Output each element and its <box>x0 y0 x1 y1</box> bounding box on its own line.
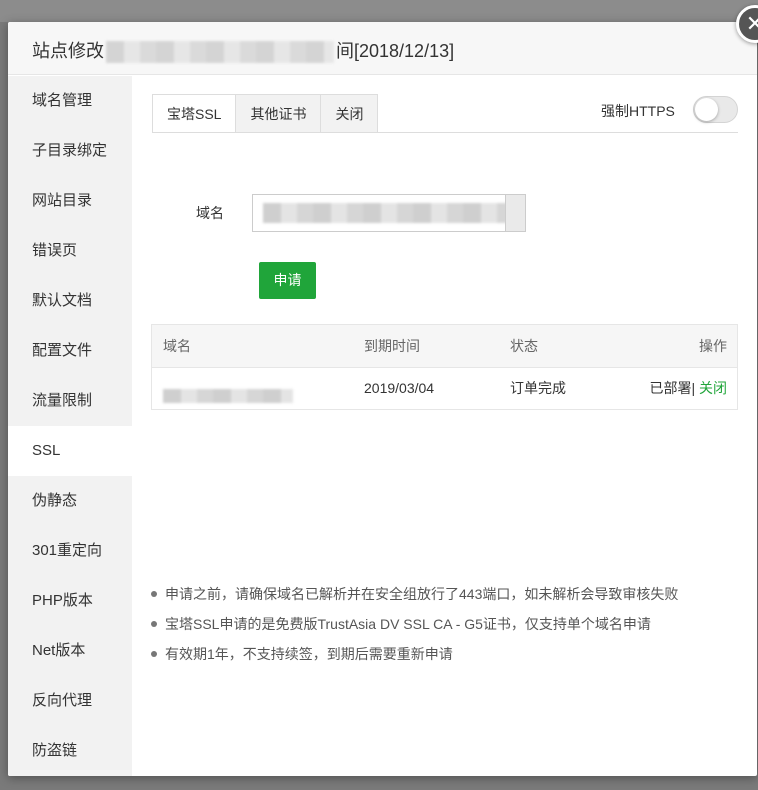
apply-button[interactable]: 申请 <box>259 262 316 299</box>
sidebar-item-domain-management[interactable]: 域名管理 <box>8 76 132 126</box>
note-item: 宝塔SSL申请的是免费版TrustAsia DV SSL CA - G5证书，仅… <box>151 609 678 639</box>
row-expire-cell: 2019/03/04 <box>364 380 435 396</box>
domain-select[interactable] <box>252 194 526 232</box>
action-separator: | <box>691 380 696 396</box>
force-https-toggle[interactable] <box>693 96 738 123</box>
sidebar-item-301-redirect[interactable]: 301重定向 <box>8 526 132 576</box>
column-header-action: 操作 <box>699 338 727 354</box>
help-notes: 申请之前，请确保域名已解析并在安全组放行了443端口，如未解析会导致审核失败 宝… <box>151 579 678 669</box>
column-header-status: 状态 <box>510 338 538 354</box>
row-domain-cell <box>163 368 293 408</box>
tab-other-certificate[interactable]: 其他证书 <box>236 94 322 133</box>
modal-title-suffix: 间[2018/12/13] <box>336 41 455 61</box>
domain-field-label: 域名 <box>196 205 224 221</box>
tab-baota-ssl[interactable]: 宝塔SSL <box>152 94 237 133</box>
column-header-expire: 到期时间 <box>364 338 420 354</box>
select-handle <box>505 195 525 231</box>
page-backdrop <box>0 0 758 22</box>
table-row: 2019/03/04 订单完成 已部署| 关闭 <box>152 368 737 409</box>
force-https-label: 强制HTTPS <box>601 103 675 119</box>
redacted-site-name <box>106 41 334 64</box>
column-header-domain: 域名 <box>163 338 191 354</box>
modal-title: 站点修改 间[2018/12/13] <box>32 37 455 64</box>
redacted-row-domain <box>163 388 293 403</box>
modal-header: 站点修改 间[2018/12/13] <box>8 22 757 75</box>
sidebar-item-rewrite[interactable]: 伪静态 <box>8 476 132 526</box>
sidebar-item-php-version[interactable]: PHP版本 <box>8 576 132 626</box>
sidebar-item-site-directory[interactable]: 网站目录 <box>8 176 132 226</box>
note-item: 有效期1年，不支持续签，到期后需要重新申请 <box>151 639 678 669</box>
row-status-cell: 订单完成 <box>510 380 566 396</box>
sidebar-item-config-file[interactable]: 配置文件 <box>8 326 132 376</box>
certificate-table: 域名 到期时间 状态 操作 2019/03/04 订单完成 已部署| 关闭 <box>151 324 738 410</box>
close-link[interactable]: 关闭 <box>699 380 727 396</box>
sidebar-item-default-document[interactable]: 默认文档 <box>8 276 132 326</box>
sidebar-item-net-version[interactable]: Net版本 <box>8 626 132 676</box>
tab-divider <box>152 132 738 133</box>
sidebar-item-traffic-limit[interactable]: 流量限制 <box>8 376 132 426</box>
tab-close-ssl[interactable]: 关闭 <box>321 94 379 133</box>
deployed-label: 已部署 <box>649 380 692 396</box>
table-header: 域名 到期时间 状态 操作 <box>152 325 737 368</box>
sidebar-item-reverse-proxy[interactable]: 反向代理 <box>8 676 132 726</box>
sidebar-item-subdirectory-binding[interactable]: 子目录绑定 <box>8 126 132 176</box>
sidebar-item-error-page[interactable]: 错误页 <box>8 226 132 276</box>
site-edit-modal: 站点修改 间[2018/12/13] 域名管理 子目录绑定 网站目录 错误页 默认… <box>8 22 757 776</box>
redacted-domain-value <box>263 203 507 223</box>
modal-title-prefix: 站点修改 <box>32 41 104 61</box>
sidebar-item-ssl[interactable]: SSL <box>8 426 132 476</box>
toggle-knob <box>695 98 718 121</box>
ssl-tabs: 宝塔SSL 其他证书 关闭 <box>152 94 379 133</box>
close-icon: ✕ <box>745 11 758 36</box>
row-action-cell: 已部署| 关闭 <box>649 368 727 408</box>
ssl-panel: 宝塔SSL 其他证书 关闭 强制HTTPS 域名 申请 域名 到期时间 状态 操… <box>132 76 757 776</box>
note-item: 申请之前，请确保域名已解析并在安全组放行了443端口，如未解析会导致审核失败 <box>151 579 678 609</box>
sidebar-item-hotlink-protection[interactable]: 防盗链 <box>8 726 132 776</box>
sidebar: 域名管理 子目录绑定 网站目录 错误页 默认文档 配置文件 流量限制 SSL 伪… <box>8 76 132 776</box>
